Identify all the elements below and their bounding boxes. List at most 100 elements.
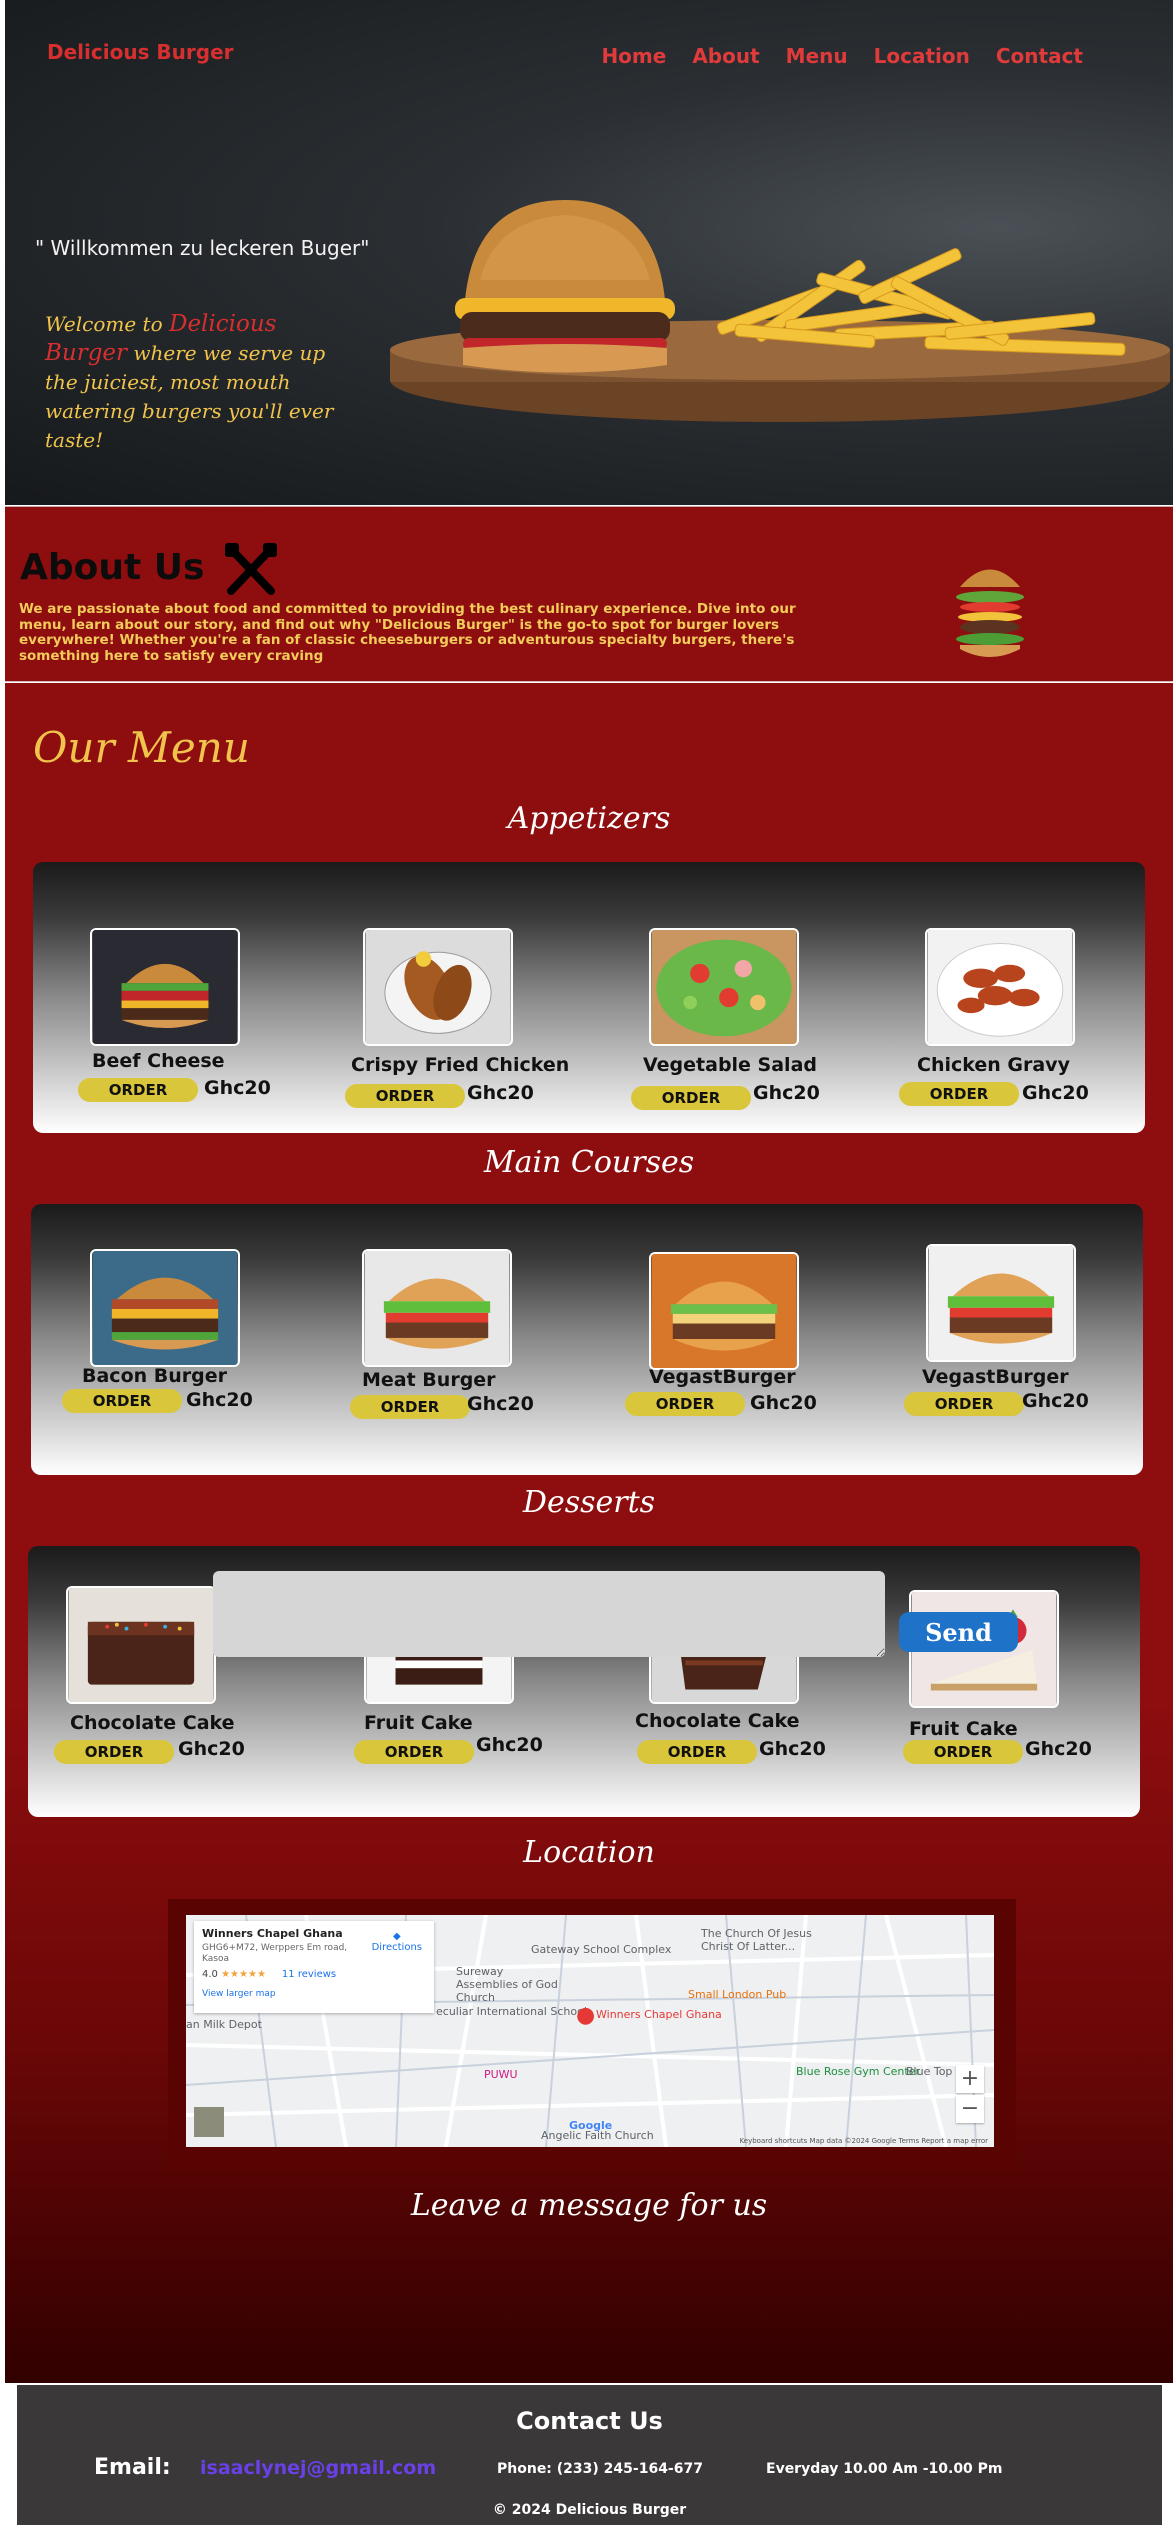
nav-location-link[interactable]: Location	[874, 44, 970, 68]
main-courses-title: Main Courses	[483, 1145, 695, 1180]
vegetable-salad-image	[649, 928, 799, 1046]
copyright: © 2024 Delicious Burger	[492, 2502, 687, 2518]
main-courses-panel: Bacon Burger ORDER Ghc20 Meat Burger ORD…	[31, 1204, 1143, 1475]
message-input[interactable]	[213, 1571, 885, 1657]
item-price: Ghc20	[467, 1082, 534, 1104]
main-nav: Home About Menu Location Contact	[601, 44, 1083, 68]
order-button[interactable]: ORDER	[354, 1740, 474, 1764]
item-price: Ghc20	[1022, 1082, 1089, 1104]
hero-welcome-text: Welcome to Delicious Burger where we ser…	[45, 310, 345, 455]
google-map[interactable]: Winners Chapel Ghana GHG6+M72, Werppers …	[186, 1915, 994, 2147]
item-name: Meat Burger	[362, 1369, 496, 1391]
contact-title: Contact Us	[516, 2407, 663, 2435]
map-label: Gateway School Complex	[531, 1943, 672, 1956]
order-button[interactable]: ORDER	[78, 1078, 198, 1102]
map-frame: Winners Chapel Ghana GHG6+M72, Werppers …	[168, 1899, 1016, 2169]
google-logo: Google	[569, 2119, 613, 2132]
location-title: Location	[523, 1835, 655, 1870]
map-pin-icon[interactable]: ●	[576, 2003, 595, 2028]
meat-burger-image	[362, 1249, 512, 1367]
chicken-gravy-image	[925, 928, 1075, 1046]
item-name: VegastBurger	[922, 1366, 1069, 1388]
map-attribution[interactable]: Keyboard shortcuts Map data ©2024 Google…	[740, 2137, 988, 2145]
place-rating: 4.0 ★★★★★ 11 reviews	[202, 1969, 336, 1980]
place-address: GHG6+M72, Werppers Em road, Kasoa	[202, 1943, 348, 1964]
directions-button[interactable]: ◆ Directions	[372, 1931, 422, 1953]
item-name: Fruit Cake	[909, 1718, 1018, 1740]
item-name: Beef Cheese	[92, 1050, 225, 1072]
place-info-card: Winners Chapel Ghana GHG6+M72, Werppers …	[194, 1921, 434, 2013]
appetizers-title: Appetizers	[507, 801, 671, 836]
about-section: About Us We are passionate about food an…	[5, 506, 1173, 682]
welcome-brand-2: Burger	[45, 340, 128, 366]
menu-section: Our Menu Appetizers Beef Cheese ORDER Gh…	[5, 683, 1173, 2383]
about-title: About Us	[20, 547, 205, 588]
send-button[interactable]: Send	[899, 1612, 1018, 1652]
order-button[interactable]: ORDER	[54, 1740, 174, 1764]
item-name: Bacon Burger	[82, 1365, 227, 1387]
map-label: eculiar International School	[436, 2005, 587, 2018]
order-button[interactable]: ORDER	[625, 1392, 745, 1416]
order-button[interactable]: ORDER	[350, 1395, 470, 1419]
item-price: Ghc20	[204, 1077, 271, 1099]
item-price: Ghc20	[1025, 1738, 1092, 1760]
beef-cheese-image	[90, 928, 240, 1046]
order-button[interactable]: ORDER	[631, 1086, 751, 1110]
rating-value: 4.0	[202, 1969, 218, 1980]
item-price: Ghc20	[750, 1392, 817, 1414]
reviews-link[interactable]: 11 reviews	[282, 1969, 336, 1980]
item-name: Vegetable Salad	[643, 1054, 817, 1076]
directions-label: Directions	[371, 1942, 422, 1953]
email-label: Email:	[94, 2455, 171, 2480]
map-label: an Milk Depot	[186, 2018, 262, 2031]
about-text: We are passionate about food and committ…	[19, 601, 796, 664]
hero-burger-fries-image	[390, 200, 1170, 422]
nav-about-link[interactable]: About	[692, 44, 759, 68]
zoom-in-button[interactable]: +	[956, 2065, 984, 2093]
item-price: Ghc20	[1022, 1390, 1089, 1412]
contact-footer: Contact Us Email: isaaclynej@gmail.com P…	[17, 2385, 1162, 2525]
order-button[interactable]: ORDER	[904, 1392, 1024, 1416]
order-button[interactable]: ORDER	[62, 1389, 182, 1413]
item-price: Ghc20	[476, 1734, 543, 1756]
zoom-out-button[interactable]: −	[956, 2095, 984, 2123]
map-label: Winners Chapel Ghana	[596, 2008, 722, 2021]
phone-text: Phone: (233) 245-164-677	[497, 2461, 703, 2477]
map-label: The Church Of Jesus Christ Of Latter...	[701, 1927, 812, 1953]
map-label: Small London Pub	[688, 1988, 787, 2001]
hours-text: Everyday 10.00 Am -10.00 Pm	[766, 2461, 1003, 2477]
item-price: Ghc20	[186, 1389, 253, 1411]
item-price: Ghc20	[467, 1393, 534, 1415]
item-price: Ghc20	[178, 1738, 245, 1760]
order-button[interactable]: ORDER	[903, 1740, 1023, 1764]
item-name: Fruit Cake	[364, 1712, 473, 1734]
welcome-brand-1: Delicious	[169, 311, 277, 337]
item-price: Ghc20	[759, 1738, 826, 1760]
star-icon: ★★★★★	[221, 1969, 266, 1980]
desserts-title: Desserts	[522, 1485, 656, 1520]
map-label: PUWU	[484, 2068, 518, 2081]
brand-logo[interactable]: Delicious Burger	[47, 40, 234, 64]
nav-home-link[interactable]: Home	[601, 44, 666, 68]
email-link[interactable]: isaaclynej@gmail.com	[200, 2457, 436, 2479]
hero-section: Delicious Burger Home About Menu Locatio…	[5, 0, 1173, 505]
map-label: Sureway Assemblies of God Church	[456, 1965, 558, 2004]
chocolate-cake-image	[66, 1586, 216, 1704]
item-name: Chocolate Cake	[635, 1710, 800, 1732]
order-button[interactable]: ORDER	[899, 1082, 1019, 1106]
order-button[interactable]: ORDER	[637, 1740, 757, 1764]
nav-contact-link[interactable]: Contact	[996, 44, 1083, 68]
menu-title: Our Menu	[33, 723, 250, 772]
fork-knife-icon	[225, 543, 277, 595]
hero-quote: " Willkommen zu leckeren Buger"	[35, 236, 370, 260]
map-label: Blue Rose Gym Center	[796, 2065, 920, 2078]
order-button[interactable]: ORDER	[345, 1084, 465, 1108]
place-name: Winners Chapel Ghana	[202, 1927, 343, 1940]
vegast-burger-image	[926, 1244, 1076, 1362]
item-name: VegastBurger	[649, 1366, 796, 1388]
larger-map-link[interactable]: View larger map	[202, 1989, 276, 1999]
vegast-burger-image	[649, 1252, 799, 1370]
item-name: Chicken Gravy	[917, 1054, 1070, 1076]
nav-menu-link[interactable]: Menu	[786, 44, 848, 68]
item-name: Crispy Fried Chicken	[351, 1054, 570, 1076]
